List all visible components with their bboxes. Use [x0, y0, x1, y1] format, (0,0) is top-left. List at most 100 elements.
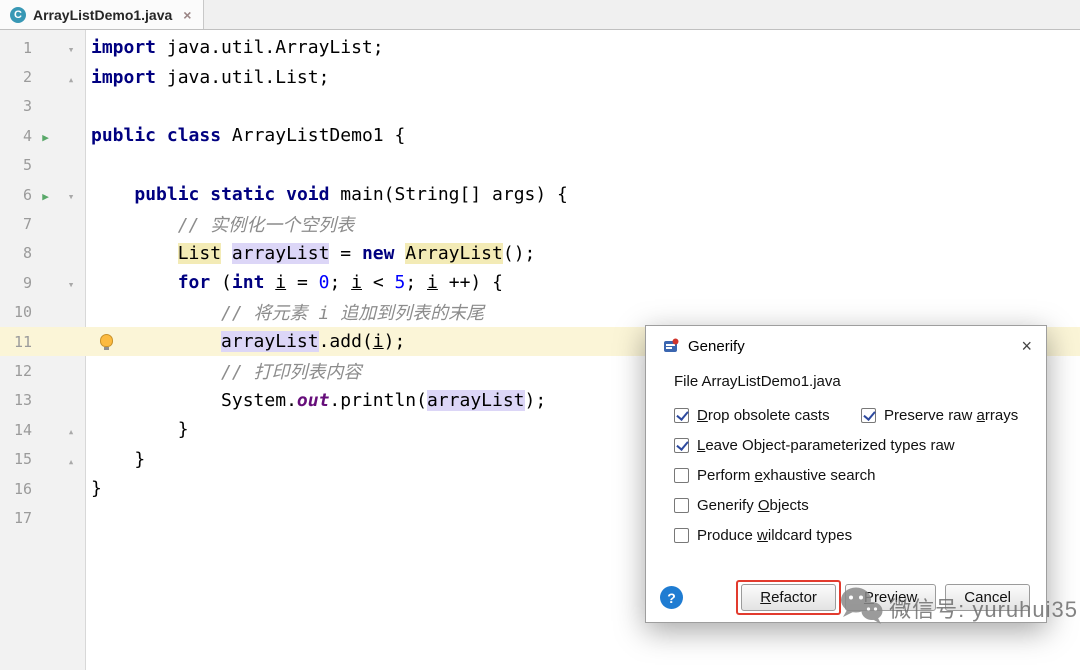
- code-line[interactable]: 4 ▶ public class ArrayListDemo1 {: [0, 121, 1080, 150]
- gutter-cell[interactable]: 5: [0, 151, 87, 180]
- line-number: 5: [22, 156, 32, 175]
- code-line[interactable]: 9 ▾ for (int i = 0; i < 5; i ++) {: [0, 268, 1080, 297]
- checkbox-drop-obsolete-casts[interactable]: Drop obsolete casts: [674, 407, 861, 424]
- dialog-checkboxes: Drop obsolete casts Preserve raw arrays Le…: [664, 407, 1028, 544]
- code-token: // 打印列表内容: [221, 361, 362, 383]
- gutter-cell[interactable]: 12: [0, 356, 87, 385]
- checkbox-box[interactable]: [674, 528, 689, 543]
- code-token: new: [361, 242, 395, 264]
- code-text[interactable]: // 实例化一个空列表: [87, 211, 355, 237]
- checkbox-box[interactable]: [674, 438, 689, 453]
- wechat-icon: [837, 584, 885, 631]
- checkbox-generify-objects[interactable]: Generify Objects: [674, 497, 809, 514]
- run-icon[interactable]: ▶: [42, 131, 49, 144]
- code-token: }: [91, 448, 146, 470]
- refactor-button[interactable]: Refactor: [736, 580, 841, 615]
- gutter-cell[interactable]: 14 ▴: [0, 415, 87, 444]
- code-token: <: [362, 272, 395, 294]
- gutter-cell[interactable]: 9 ▾: [0, 268, 87, 297]
- code-line[interactable]: 1 ▾ import java.util.ArrayList;: [0, 33, 1080, 62]
- fold-open-icon[interactable]: ▾: [68, 43, 75, 56]
- checkbox-box[interactable]: [674, 408, 689, 423]
- code-text[interactable]: // 将元素 i 追加到列表的末尾: [87, 299, 484, 325]
- fold-close-icon[interactable]: ▴: [68, 455, 75, 468]
- line-number: 14: [13, 420, 32, 439]
- code-text[interactable]: public static void main(String[] args) {: [87, 184, 568, 205]
- line-number: 12: [13, 361, 32, 380]
- gutter-cell[interactable]: 1 ▾: [0, 33, 87, 62]
- gutter-cell[interactable]: 11: [0, 327, 87, 356]
- run-icon[interactable]: ▶: [42, 190, 49, 203]
- dialog-file-label: File ArrayListDemo1.java: [674, 373, 841, 390]
- line-number: 3: [22, 97, 32, 116]
- code-token: // 将元素 i 追加到列表的末尾: [221, 303, 485, 325]
- checkbox-row: Produce wildcard types: [674, 527, 1028, 544]
- tab-close-icon[interactable]: ×: [183, 7, 191, 23]
- code-text[interactable]: arrayList.add(i);: [87, 331, 405, 353]
- line-number: 10: [13, 303, 32, 322]
- checkbox-box[interactable]: [674, 498, 689, 513]
- code-token: ();: [502, 242, 536, 264]
- code-token: (: [210, 272, 232, 294]
- dialog-title-bar: Generify ×: [646, 326, 1046, 359]
- code-line[interactable]: 10 // 将元素 i 追加到列表的末尾: [0, 298, 1080, 327]
- code-text[interactable]: import java.util.ArrayList;: [87, 37, 384, 58]
- line-number: 9: [22, 273, 32, 292]
- code-text[interactable]: import java.util.List;: [87, 67, 329, 88]
- gutter-cell[interactable]: 13: [0, 386, 87, 415]
- checkbox-box[interactable]: [861, 408, 876, 423]
- code-token: =: [286, 272, 319, 294]
- code-line[interactable]: 7 // 实例化一个空列表: [0, 209, 1080, 238]
- gutter-cell[interactable]: 8: [0, 239, 87, 268]
- tab-arraylistdemo1[interactable]: C ArrayListDemo1.java ×: [0, 0, 205, 29]
- intention-bulb-icon[interactable]: [100, 333, 113, 350]
- code-text[interactable]: for (int i = 0; i < 5; i ++) {: [87, 272, 503, 293]
- checkbox-preserve-raw-arrays[interactable]: Preserve raw arrays: [861, 407, 1018, 424]
- code-token: 0: [318, 272, 330, 294]
- code-line[interactable]: 2 ▴ import java.util.List;: [0, 62, 1080, 91]
- code-text[interactable]: System.out.println(arrayList);: [87, 389, 546, 411]
- checkbox-produce-wildcard-types[interactable]: Produce wildcard types: [674, 527, 852, 544]
- checkbox-leave-object-parameterized-types-raw[interactable]: Leave Object-parameterized types raw: [674, 437, 955, 454]
- checkbox-box[interactable]: [674, 468, 689, 483]
- code-token: int: [231, 272, 265, 294]
- code-line[interactable]: 8 List arrayList = new ArrayList();: [0, 239, 1080, 268]
- gutter-cell[interactable]: 4 ▶: [0, 121, 87, 150]
- java-class-icon: C: [10, 6, 26, 23]
- code-text[interactable]: // 打印列表内容: [87, 358, 362, 384]
- code-text[interactable]: }: [87, 419, 189, 440]
- fold-close-icon[interactable]: ▴: [68, 425, 75, 438]
- code-token: java.util.ArrayList;: [156, 37, 384, 59]
- dialog-close-icon[interactable]: ×: [1021, 337, 1032, 355]
- line-number: 17: [13, 508, 32, 527]
- fold-open-icon[interactable]: ▾: [68, 278, 75, 291]
- gutter-cell[interactable]: 15 ▴: [0, 444, 87, 473]
- gutter-cell[interactable]: 17: [0, 503, 87, 532]
- code-text[interactable]: List arrayList = new ArrayList();: [87, 242, 536, 264]
- checkbox-perform-exhaustive-search[interactable]: Perform exhaustive search: [674, 467, 875, 484]
- gutter-cell[interactable]: 7: [0, 209, 87, 238]
- gutter-cell[interactable]: 10: [0, 298, 87, 327]
- code-line[interactable]: 5: [0, 151, 1080, 180]
- code-line[interactable]: 6 ▶ ▾ public static void main(String[] arg…: [0, 180, 1080, 209]
- fold-open-icon[interactable]: ▾: [68, 190, 75, 203]
- code-token: List: [177, 242, 222, 264]
- code-text[interactable]: }: [87, 478, 102, 499]
- gutter-cell[interactable]: 2 ▴: [0, 62, 87, 91]
- generify-icon: [662, 337, 680, 355]
- code-text[interactable]: public class ArrayListDemo1 {: [87, 125, 405, 146]
- checkbox-label: Preserve raw arrays: [884, 407, 1019, 424]
- gutter-cell[interactable]: 16: [0, 474, 87, 503]
- code-token: =: [329, 242, 362, 264]
- code-token: i: [275, 272, 287, 294]
- code-text[interactable]: }: [87, 449, 145, 470]
- gutter-cell[interactable]: 6 ▶ ▾: [0, 180, 87, 209]
- fold-close-icon[interactable]: ▴: [68, 73, 75, 86]
- line-number: 7: [22, 215, 32, 234]
- code-line[interactable]: 3: [0, 92, 1080, 121]
- gutter-cell[interactable]: 3: [0, 92, 87, 121]
- code-token: 5: [394, 272, 406, 294]
- help-icon[interactable]: ?: [660, 586, 683, 609]
